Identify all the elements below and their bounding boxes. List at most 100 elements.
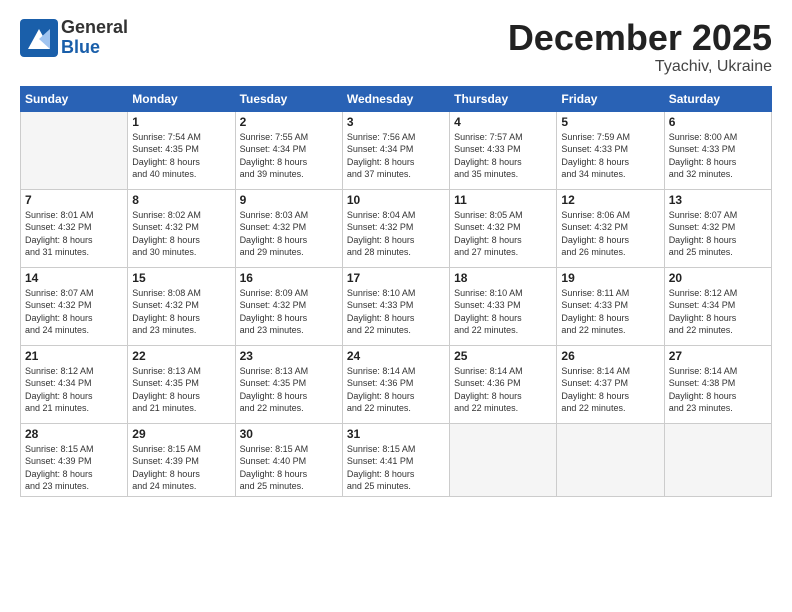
table-row: 20 Sunrise: 8:12 AMSunset: 4:34 PMDayligh…	[664, 267, 771, 345]
day-number: 19	[561, 271, 659, 285]
day-number: 11	[454, 193, 552, 207]
table-row: 4 Sunrise: 7:57 AMSunset: 4:33 PMDaylight…	[450, 111, 557, 189]
day-number: 5	[561, 115, 659, 129]
cell-info: Sunrise: 8:14 AMSunset: 4:38 PMDaylight:…	[669, 365, 767, 415]
day-number: 22	[132, 349, 230, 363]
logo-general: General	[61, 18, 128, 38]
col-monday: Monday	[128, 86, 235, 111]
table-row	[664, 423, 771, 496]
table-row: 2Sunrise: 7:55 AMSunset: 4:34 PMDaylight…	[235, 111, 342, 189]
calendar-table: Sunday Monday Tuesday Wednesday Thursday…	[20, 86, 772, 497]
cell-info: Sunrise: 8:07 AMSunset: 4:32 PMDaylight:…	[669, 209, 767, 259]
day-number: 14	[25, 271, 123, 285]
col-thursday: Thursday	[450, 86, 557, 111]
table-row: 19Sunrise: 8:11 AMSunset: 4:33 PMDayligh…	[557, 267, 664, 345]
cell-info: Sunrise: 8:06 AMSunset: 4:32 PMDaylight:…	[561, 209, 659, 259]
table-row: 30Sunrise: 8:15 AMSunset: 4:40 PMDayligh…	[235, 423, 342, 496]
table-row: 16 Sunrise: 8:09 AMSunset: 4:32 PMDayligh…	[235, 267, 342, 345]
table-row: 23 Sunrise: 8:13 AMSunset: 4:35 PMDayligh…	[235, 345, 342, 423]
table-row: 14 Sunrise: 8:07 AMSunset: 4:32 PMDayligh…	[21, 267, 128, 345]
table-row: 1 Sunrise: 7:54 AMSunset: 4:35 PMDaylight…	[128, 111, 235, 189]
day-number: 9	[240, 193, 338, 207]
day-number: 6	[669, 115, 767, 129]
calendar-week-row: 21Sunrise: 8:12 AMSunset: 4:34 PMDayligh…	[21, 345, 772, 423]
day-number: 28	[25, 427, 123, 441]
calendar-week-row: 7 Sunrise: 8:01 AMSunset: 4:32 PMDaylight…	[21, 189, 772, 267]
table-row: 8 Sunrise: 8:02 AMSunset: 4:32 PMDaylight…	[128, 189, 235, 267]
day-number: 16	[240, 271, 338, 285]
table-row: 21Sunrise: 8:12 AMSunset: 4:34 PMDayligh…	[21, 345, 128, 423]
table-row: 12 Sunrise: 8:06 AMSunset: 4:32 PMDayligh…	[557, 189, 664, 267]
table-row: 18 Sunrise: 8:10 AMSunset: 4:33 PMDayligh…	[450, 267, 557, 345]
cell-info: Sunrise: 8:14 AMSunset: 4:36 PMDaylight:…	[454, 365, 552, 415]
day-number: 2	[240, 115, 338, 129]
cell-info: Sunrise: 8:13 AMSunset: 4:35 PMDaylight:…	[240, 365, 338, 415]
table-row: 11 Sunrise: 8:05 AMSunset: 4:32 PMDayligh…	[450, 189, 557, 267]
title-block: December 2025 Tyachiv, Ukraine	[508, 18, 772, 76]
logo: General Blue	[20, 18, 128, 58]
day-number: 31	[347, 427, 445, 441]
day-number: 27	[669, 349, 767, 363]
day-number: 18	[454, 271, 552, 285]
header: General Blue December 2025 Tyachiv, Ukra…	[20, 18, 772, 76]
cell-info: Sunrise: 8:12 AMSunset: 4:34 PMDaylight:…	[669, 287, 767, 337]
cell-info: Sunrise: 7:56 AMSunset: 4:34 PMDaylight:…	[347, 131, 445, 181]
table-row	[21, 111, 128, 189]
table-row: 3 Sunrise: 7:56 AMSunset: 4:34 PMDaylight…	[342, 111, 449, 189]
calendar-header-row: Sunday Monday Tuesday Wednesday Thursday…	[21, 86, 772, 111]
cell-info: Sunrise: 8:08 AMSunset: 4:32 PMDaylight:…	[132, 287, 230, 337]
cell-info: Sunrise: 8:15 AMSunset: 4:39 PMDaylight:…	[25, 443, 123, 493]
table-row: 31 Sunrise: 8:15 AMSunset: 4:41 PMDayligh…	[342, 423, 449, 496]
day-number: 26	[561, 349, 659, 363]
cell-info: Sunrise: 8:15 AMSunset: 4:41 PMDaylight:…	[347, 443, 445, 493]
col-wednesday: Wednesday	[342, 86, 449, 111]
table-row: 29Sunrise: 8:15 AMSunset: 4:39 PMDayligh…	[128, 423, 235, 496]
day-number: 8	[132, 193, 230, 207]
col-saturday: Saturday	[664, 86, 771, 111]
cell-info: Sunrise: 8:10 AMSunset: 4:33 PMDaylight:…	[347, 287, 445, 337]
table-row	[557, 423, 664, 496]
table-row: 27 Sunrise: 8:14 AMSunset: 4:38 PMDayligh…	[664, 345, 771, 423]
cell-info: Sunrise: 8:12 AMSunset: 4:34 PMDaylight:…	[25, 365, 123, 415]
table-row: 25 Sunrise: 8:14 AMSunset: 4:36 PMDayligh…	[450, 345, 557, 423]
cell-info: Sunrise: 8:01 AMSunset: 4:32 PMDaylight:…	[25, 209, 123, 259]
cell-info: Sunrise: 8:07 AMSunset: 4:32 PMDaylight:…	[25, 287, 123, 337]
cell-info: Sunrise: 8:05 AMSunset: 4:32 PMDaylight:…	[454, 209, 552, 259]
cell-info: Sunrise: 7:57 AMSunset: 4:33 PMDaylight:…	[454, 131, 552, 181]
table-row: 17 Sunrise: 8:10 AMSunset: 4:33 PMDayligh…	[342, 267, 449, 345]
day-number: 20	[669, 271, 767, 285]
cell-info: Sunrise: 8:10 AMSunset: 4:33 PMDaylight:…	[454, 287, 552, 337]
day-number: 23	[240, 349, 338, 363]
table-row: 28 Sunrise: 8:15 AMSunset: 4:39 PMDayligh…	[21, 423, 128, 496]
logo-blue: Blue	[61, 38, 128, 58]
table-row: 13 Sunrise: 8:07 AMSunset: 4:32 PMDayligh…	[664, 189, 771, 267]
cell-info: Sunrise: 8:14 AMSunset: 4:37 PMDaylight:…	[561, 365, 659, 415]
table-row: 6 Sunrise: 8:00 AMSunset: 4:33 PMDaylight…	[664, 111, 771, 189]
logo-icon	[20, 19, 58, 57]
calendar-week-row: 14 Sunrise: 8:07 AMSunset: 4:32 PMDayligh…	[21, 267, 772, 345]
cell-info: Sunrise: 8:02 AMSunset: 4:32 PMDaylight:…	[132, 209, 230, 259]
day-number: 1	[132, 115, 230, 129]
cell-info: Sunrise: 8:13 AMSunset: 4:35 PMDaylight:…	[132, 365, 230, 415]
day-number: 3	[347, 115, 445, 129]
cell-info: Sunrise: 8:09 AMSunset: 4:32 PMDaylight:…	[240, 287, 338, 337]
day-number: 4	[454, 115, 552, 129]
day-number: 10	[347, 193, 445, 207]
cell-info: Sunrise: 7:54 AMSunset: 4:35 PMDaylight:…	[132, 131, 230, 181]
table-row: 7 Sunrise: 8:01 AMSunset: 4:32 PMDaylight…	[21, 189, 128, 267]
day-number: 29	[132, 427, 230, 441]
cell-info: Sunrise: 7:59 AMSunset: 4:33 PMDaylight:…	[561, 131, 659, 181]
col-friday: Friday	[557, 86, 664, 111]
table-row: 24Sunrise: 8:14 AMSunset: 4:36 PMDayligh…	[342, 345, 449, 423]
day-number: 25	[454, 349, 552, 363]
calendar-week-row: 28 Sunrise: 8:15 AMSunset: 4:39 PMDayligh…	[21, 423, 772, 496]
page: General Blue December 2025 Tyachiv, Ukra…	[0, 0, 792, 612]
day-number: 12	[561, 193, 659, 207]
day-number: 13	[669, 193, 767, 207]
table-row: 15Sunrise: 8:08 AMSunset: 4:32 PMDayligh…	[128, 267, 235, 345]
cell-info: Sunrise: 8:14 AMSunset: 4:36 PMDaylight:…	[347, 365, 445, 415]
day-number: 17	[347, 271, 445, 285]
day-number: 7	[25, 193, 123, 207]
table-row: 9Sunrise: 8:03 AMSunset: 4:32 PMDaylight…	[235, 189, 342, 267]
cell-info: Sunrise: 8:00 AMSunset: 4:33 PMDaylight:…	[669, 131, 767, 181]
